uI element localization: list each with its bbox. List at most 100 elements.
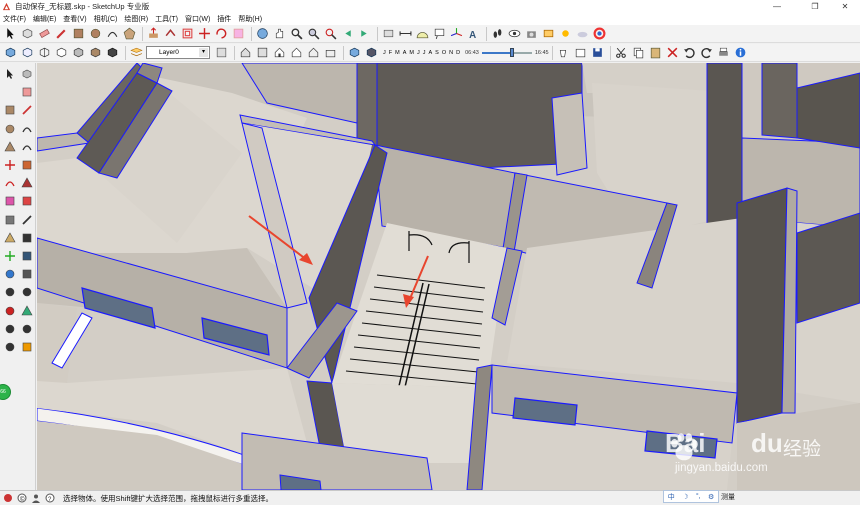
month-label[interactable]: J bbox=[383, 50, 386, 56]
zoom-tool-button[interactable] bbox=[3, 285, 17, 299]
undo-button[interactable] bbox=[682, 45, 697, 60]
iso-view-button[interactable] bbox=[3, 45, 18, 60]
dimension-tool-button[interactable] bbox=[20, 213, 34, 227]
section-plane-button[interactable] bbox=[541, 26, 556, 41]
ime-chinese-mode[interactable]: 中 bbox=[668, 492, 675, 502]
wireframe-button[interactable] bbox=[37, 45, 52, 60]
walk-tool-button[interactable] bbox=[20, 322, 34, 336]
view-top-button[interactable] bbox=[255, 45, 270, 60]
zoom-window-tool-button[interactable] bbox=[20, 285, 34, 299]
protractor-tool-button[interactable] bbox=[3, 231, 17, 245]
tape-measure-tool-button[interactable] bbox=[3, 213, 17, 227]
position-camera-tool-button[interactable] bbox=[3, 322, 17, 336]
axes-button[interactable] bbox=[449, 26, 464, 41]
follow-me-button[interactable] bbox=[163, 26, 178, 41]
zoom-button[interactable] bbox=[289, 26, 304, 41]
menu-plugins[interactable]: 插件 bbox=[217, 14, 231, 24]
layer-manager-icon-button[interactable] bbox=[129, 45, 144, 60]
orbit-tool-button[interactable] bbox=[3, 267, 17, 281]
menu-view[interactable]: 查看(V) bbox=[63, 14, 86, 24]
next-view-button[interactable] bbox=[357, 26, 372, 41]
styles-button[interactable] bbox=[592, 26, 607, 41]
save-button[interactable] bbox=[590, 45, 605, 60]
cut-button[interactable] bbox=[614, 45, 629, 60]
text-button[interactable] bbox=[432, 26, 447, 41]
move-tool-button[interactable] bbox=[3, 158, 17, 172]
month-label[interactable]: A bbox=[403, 50, 407, 56]
view-iso-button[interactable] bbox=[238, 45, 253, 60]
scale-tool-button[interactable] bbox=[3, 194, 17, 208]
paint-bucket-button[interactable] bbox=[556, 45, 571, 60]
month-label[interactable]: D bbox=[456, 50, 460, 56]
redo-button[interactable] bbox=[699, 45, 714, 60]
time-slider-knob[interactable] bbox=[509, 48, 514, 57]
3d-viewport[interactable]: Bai du 经验 jingyan.baidu.com bbox=[37, 63, 860, 490]
make-component-button[interactable] bbox=[20, 26, 35, 41]
menu-file[interactable]: 文件(F) bbox=[3, 14, 26, 24]
make-component-tool-button[interactable] bbox=[20, 67, 34, 81]
menu-edit[interactable]: 编辑(E) bbox=[33, 14, 56, 24]
scale-button[interactable] bbox=[231, 26, 246, 41]
rotate-button[interactable] bbox=[214, 26, 229, 41]
copy-button[interactable] bbox=[631, 45, 646, 60]
zoom-extents-tool-button[interactable] bbox=[3, 304, 17, 318]
view-back-button[interactable] bbox=[306, 45, 321, 60]
shaded-textures-button[interactable] bbox=[88, 45, 103, 60]
geo-location-icon[interactable] bbox=[3, 493, 13, 503]
walk-button[interactable] bbox=[490, 26, 505, 41]
shadows-button[interactable] bbox=[558, 26, 573, 41]
circle-button[interactable] bbox=[88, 26, 103, 41]
month-label[interactable]: O bbox=[442, 50, 447, 56]
orbit-button[interactable] bbox=[255, 26, 270, 41]
help-icon[interactable]: ? bbox=[45, 493, 55, 503]
look-around-tool-button[interactable] bbox=[3, 340, 17, 354]
eraser-tool-button[interactable] bbox=[20, 85, 34, 99]
print-button[interactable] bbox=[716, 45, 731, 60]
pan-button[interactable] bbox=[272, 26, 287, 41]
month-label[interactable]: F bbox=[389, 50, 393, 56]
arc-button[interactable] bbox=[105, 26, 120, 41]
month-label[interactable]: N bbox=[449, 50, 453, 56]
credits-icon[interactable]: © bbox=[17, 493, 27, 503]
fog-button[interactable] bbox=[575, 26, 590, 41]
push-pull-button[interactable] bbox=[146, 26, 161, 41]
view-right-button[interactable] bbox=[289, 45, 304, 60]
erase-selection-button[interactable] bbox=[665, 45, 680, 60]
minimize-button[interactable]: — bbox=[762, 0, 792, 13]
zoom-extents-button[interactable] bbox=[323, 26, 338, 41]
pan-tool-button[interactable] bbox=[20, 267, 34, 281]
rotate-tool-button[interactable] bbox=[3, 176, 17, 190]
text-tool-button[interactable] bbox=[20, 231, 34, 245]
rectangle-tool-button[interactable] bbox=[3, 103, 17, 117]
offset-tool-button[interactable] bbox=[20, 194, 34, 208]
monochrome-button[interactable] bbox=[105, 45, 120, 60]
rectangle-button[interactable] bbox=[71, 26, 86, 41]
select-tool-button[interactable] bbox=[3, 26, 18, 41]
protractor-button[interactable] bbox=[415, 26, 430, 41]
month-label[interactable]: M bbox=[395, 50, 400, 56]
line-tool-button[interactable] bbox=[20, 103, 34, 117]
tape-measure-button[interactable] bbox=[381, 26, 396, 41]
ime-toolbar[interactable]: 中 ☽ °, ⚙ bbox=[663, 490, 719, 503]
menu-camera[interactable]: 相机(C) bbox=[94, 14, 118, 24]
layer-dropdown[interactable]: Layer0 ▾ bbox=[146, 46, 210, 59]
close-button[interactable]: ✕ bbox=[830, 0, 860, 13]
3d-text-button[interactable]: A bbox=[466, 26, 481, 41]
previous-view-button[interactable] bbox=[340, 26, 355, 41]
maximize-button[interactable]: ❐ bbox=[800, 0, 830, 13]
hidden-line-button[interactable] bbox=[54, 45, 69, 60]
layer-settings-button[interactable] bbox=[214, 45, 229, 60]
pencil-button[interactable] bbox=[54, 26, 69, 41]
dimension-button[interactable] bbox=[398, 26, 413, 41]
ime-punctuation[interactable]: °, bbox=[696, 493, 701, 500]
model-scene[interactable] bbox=[37, 63, 860, 490]
polygon-button[interactable] bbox=[122, 26, 137, 41]
menu-window[interactable]: 窗口(W) bbox=[185, 14, 210, 24]
model-info-button[interactable] bbox=[733, 45, 748, 60]
3d-text-tool-button[interactable] bbox=[20, 249, 34, 263]
polygon-tool-button[interactable] bbox=[3, 140, 17, 154]
move-button[interactable] bbox=[197, 26, 212, 41]
month-label[interactable]: A bbox=[428, 50, 432, 56]
shadow-month-strip[interactable]: J F M A M J J A S O N D bbox=[383, 50, 463, 56]
axes-tool-button[interactable] bbox=[3, 249, 17, 263]
